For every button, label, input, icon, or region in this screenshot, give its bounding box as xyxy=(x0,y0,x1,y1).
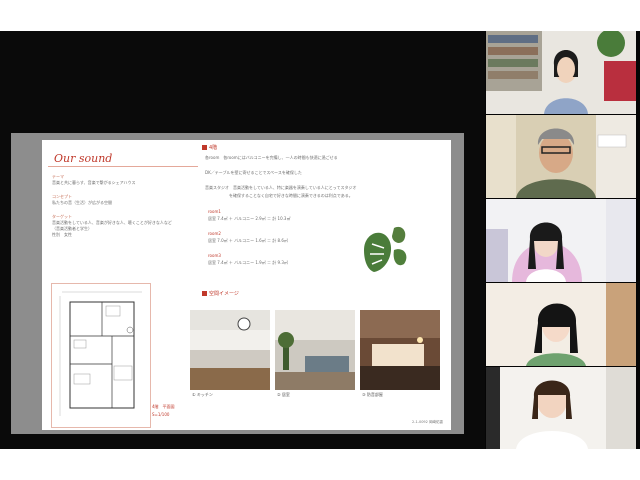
square-icon xyxy=(202,145,207,150)
participant-tile-5[interactable] xyxy=(486,367,636,449)
video-feed-4 xyxy=(486,283,636,366)
room2-label: room2 xyxy=(208,231,221,236)
slide-footer: 2-1-0092 岡崎佑香 xyxy=(412,420,443,424)
note-1: 各room 各roomにはバルコニーを完備し、一人の時間も快適に過ごせる xyxy=(205,155,338,160)
title-underline xyxy=(48,166,198,167)
video-feed-5 xyxy=(486,367,636,449)
photo-caption-1: ① キッチン xyxy=(192,392,213,397)
note-4: を確保することなく自宅で好きな時間に演奏できるのは利点である。 xyxy=(229,193,353,198)
participant-tile-4[interactable] xyxy=(486,283,636,366)
floor-plan-drawing xyxy=(59,291,142,416)
target-text-3: 性別 女性 xyxy=(52,232,72,237)
shared-slide[interactable]: Our sound テーマ 音楽と共に暮らす、音楽で繋がるシェアハウス コンセプ… xyxy=(42,140,451,430)
photo-caption-3: ③ 防音部屋 xyxy=(362,392,383,397)
theme-text: 音楽と共に暮らす、音楽で繋がるシェアハウス xyxy=(52,180,136,185)
plan-scale: S=1/100 xyxy=(152,412,170,417)
participant-tile-3[interactable] xyxy=(486,199,636,282)
room1-label: room1 xyxy=(208,209,221,214)
photo-living-room xyxy=(275,310,355,390)
slide-title: Our sound xyxy=(54,152,113,165)
note-3: 音楽スタジオ 音楽活動をしている人、特に楽器を演奏している人にとってスタジオ xyxy=(205,185,357,190)
room3-detail: 居室 7.4㎡ ＋ バルコニー 1.9㎡ ＝ 計 9.3㎡ xyxy=(208,260,288,265)
room1-detail: 居室 7.4㎡ ＋ バルコニー 2.9㎡ ＝ 計 10.3㎡ xyxy=(208,216,291,221)
note-2: DK／テーブルを壁に寄せることでスペースを確保した xyxy=(205,170,302,175)
image-section-header: 空間イメージ xyxy=(202,290,239,297)
photo-soundproof-room xyxy=(360,310,440,390)
floor-plan xyxy=(51,283,151,428)
square-icon xyxy=(202,291,207,296)
video-feed-3 xyxy=(486,199,636,282)
monstera-leaf-icon xyxy=(364,226,407,272)
video-feed-1 xyxy=(486,31,636,114)
plan-caption: 4階 平面図 xyxy=(152,404,175,409)
photo-kitchen xyxy=(190,310,270,390)
photo-caption-2: ② 居室 xyxy=(277,392,290,397)
room3-label: room3 xyxy=(208,253,221,258)
video-feed-2 xyxy=(486,115,636,198)
floor-header: 4階 xyxy=(202,144,217,151)
room2-detail: 居室 7.0㎡ ＋ バルコニー 1.6㎡ ＝ 計 8.6㎡ xyxy=(208,238,288,243)
participant-tile-2[interactable] xyxy=(486,115,636,198)
concept-text: 私たちの音（生活）が広がる空間 xyxy=(52,200,112,205)
participant-tile-1[interactable] xyxy=(486,31,636,114)
